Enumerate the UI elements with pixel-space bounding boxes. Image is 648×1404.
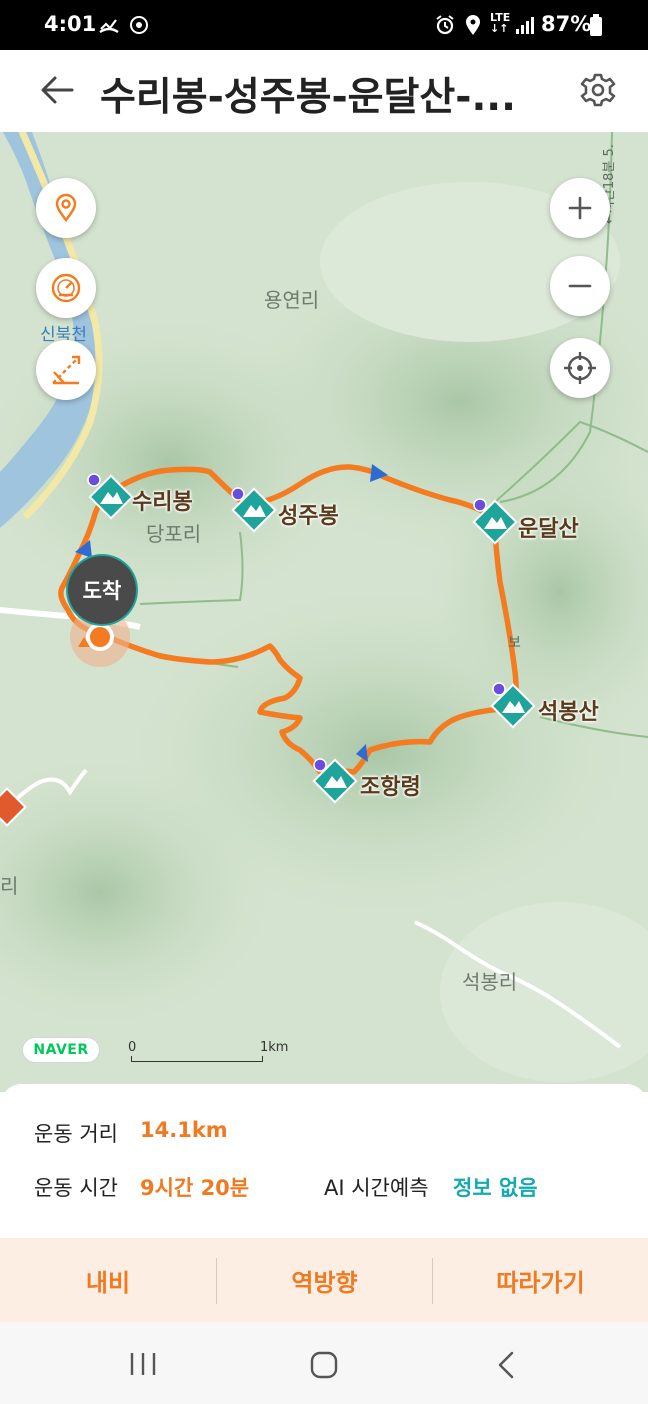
settings-button[interactable] (577, 69, 619, 111)
duration-label: 운동 시간 (34, 1176, 118, 1200)
battery-icon (590, 14, 602, 36)
lte-icon: LTE ↓↑ (490, 11, 511, 35)
page-title: 수리봉-성주봉-운달산-... (100, 75, 516, 120)
follow-button[interactable]: 따라가기 (433, 1238, 648, 1322)
alarm-icon (434, 14, 456, 41)
recent-apps-button[interactable] (128, 1350, 158, 1382)
scale-unit-label: 1km (260, 1040, 289, 1055)
status-bar: 4:01 LTE ↓↑ 87% (0, 0, 648, 50)
recenter-button[interactable] (550, 338, 610, 398)
system-back-button[interactable] (494, 1350, 518, 1384)
peak-label-seokbongsan: 석봉산 (538, 700, 599, 725)
gear-icon (580, 73, 616, 107)
chevron-left-icon (498, 1351, 514, 1379)
home-icon (310, 1351, 338, 1379)
gauge-icon (51, 273, 81, 303)
ai-estimate-value: 정보 없음 (453, 1176, 538, 1200)
battery-percent: 87% (541, 12, 592, 36)
system-nav-bar (0, 1322, 648, 1404)
missed-call-icon (98, 14, 120, 41)
reverse-button[interactable]: 역방향 (217, 1238, 432, 1322)
my-location-pin-button[interactable] (36, 178, 96, 238)
ai-estimate-label: AI 시간예측 (324, 1176, 429, 1200)
duration-value: 9시간 20분 (140, 1176, 250, 1200)
back-button[interactable] (38, 70, 78, 110)
arrival-badge[interactable]: 도착 (68, 556, 136, 624)
distance-value: 14.1km (140, 1118, 228, 1142)
navi-button[interactable]: 내비 (0, 1238, 216, 1322)
action-bar: 내비 역방향 따라가기 (0, 1238, 648, 1322)
crosshair-icon (564, 352, 596, 384)
place-label-dangpo-ri: 당포리 (146, 522, 202, 546)
trail-fragment-label: 보 (508, 635, 521, 651)
route-info-panel: 운동 거리 14.1km 운동 시간 9시간 20분 AI 시간예측 정보 없음 (0, 1084, 648, 1240)
map-scale: 0 1km (128, 1040, 289, 1064)
peak-label-undalsan: 운달산 (518, 517, 579, 542)
recent-apps-icon (130, 1353, 156, 1375)
distance-label: 운동 거리 (34, 1122, 118, 1146)
place-label-yongyeon-ri: 용연리 (264, 288, 320, 312)
peak-label-johangryeong: 조항령 (360, 775, 421, 800)
app-root: 4:01 LTE ↓↑ 87% 수리봉-성주봉-운달산-... 용연리 신북천 … (0, 0, 648, 1404)
signal-icon (514, 14, 536, 41)
speed-gauge-button[interactable] (36, 258, 96, 318)
location-icon (463, 14, 483, 41)
home-button[interactable] (309, 1350, 339, 1384)
elevation-slope-button[interactable] (36, 340, 96, 400)
back-arrow-icon (41, 76, 74, 104)
location-pin-icon (55, 193, 77, 222)
zoom-in-button[interactable] (550, 178, 610, 238)
map-view[interactable]: 용연리 신북천 당포리 석봉리 리 ←시간18분 5. 보 수리봉 성주봉 운달… (0, 132, 648, 1092)
scale-line (131, 1056, 263, 1062)
plus-icon (568, 196, 592, 220)
place-label-seokbong-ri: 석봉리 (462, 970, 518, 994)
slope-icon (52, 355, 81, 385)
zoom-out-button[interactable] (550, 256, 610, 316)
sync-icon (128, 14, 150, 41)
place-label-edge-ri: 리 (0, 874, 19, 898)
peak-label-suribong: 수리봉 (132, 490, 193, 515)
scale-zero-label: 0 (128, 1040, 137, 1055)
status-time: 4:01 (44, 12, 97, 36)
header: 수리봉-성주봉-운달산-... (0, 50, 648, 132)
naver-logo: NAVER (22, 1037, 100, 1063)
peak-label-seongjubong: 성주봉 (278, 504, 339, 529)
minus-icon (568, 284, 592, 288)
